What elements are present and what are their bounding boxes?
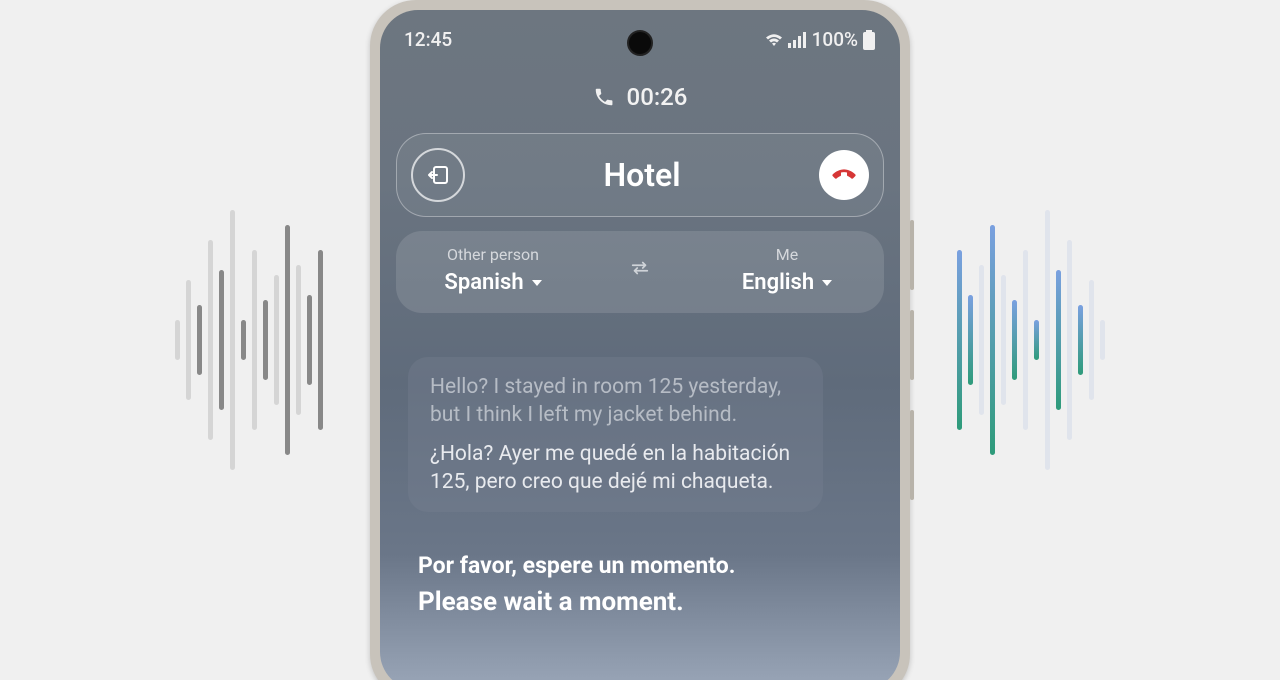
phone-screen: 12:45 100% 00:26 Hotel (380, 10, 900, 680)
my-message-original: Hello? I stayed in room 125 yesterday, b… (430, 373, 801, 430)
their-message-translated: Por favor, espere un momento. (418, 552, 862, 579)
call-duration: 00:26 (380, 83, 900, 111)
my-language-value: English (742, 270, 814, 295)
swap-icon (629, 257, 651, 279)
their-message-original: Please wait a moment. (418, 587, 862, 617)
their-message: Por favor, espere un momento. Please wai… (418, 552, 862, 617)
me-label: Me (776, 245, 798, 264)
hangup-button[interactable] (819, 150, 869, 200)
language-selector-card: Other person Spanish Me English (396, 231, 884, 313)
chevron-down-icon (822, 280, 832, 286)
hangup-icon (829, 160, 859, 190)
other-language-value: Spanish (444, 270, 523, 295)
other-language-select[interactable]: Spanish (444, 270, 541, 295)
phone-frame: 12:45 100% 00:26 Hotel (370, 0, 910, 680)
volume-up-button (910, 220, 914, 290)
my-message-translated: ¿Hola? Ayer me quedé en la habitación 12… (430, 440, 801, 497)
collapse-button[interactable] (411, 148, 465, 202)
my-message-bubble: Hello? I stayed in room 125 yesterday, b… (408, 357, 823, 512)
my-language-select[interactable]: English (742, 270, 832, 295)
phone-icon (593, 86, 615, 108)
other-person-label: Other person (447, 245, 539, 264)
transcript: Hello? I stayed in room 125 yesterday, b… (408, 357, 872, 617)
battery-percent: 100% (812, 28, 858, 51)
signal-icon (788, 32, 806, 48)
status-icons: 100% (764, 28, 876, 51)
chevron-down-icon (532, 280, 542, 286)
swap-languages-button[interactable] (629, 257, 651, 283)
call-header-card: Hotel (396, 133, 884, 217)
soundwave-decoration-right (957, 210, 1105, 470)
collapse-icon (426, 163, 450, 187)
front-camera (627, 30, 653, 56)
battery-icon (862, 30, 876, 50)
volume-down-button (910, 310, 914, 380)
wifi-icon (764, 32, 784, 48)
call-timer: 00:26 (627, 83, 688, 111)
clock: 12:45 (404, 28, 452, 51)
power-button (910, 410, 914, 500)
soundwave-decoration-left (175, 210, 323, 470)
contact-name: Hotel (603, 156, 680, 194)
